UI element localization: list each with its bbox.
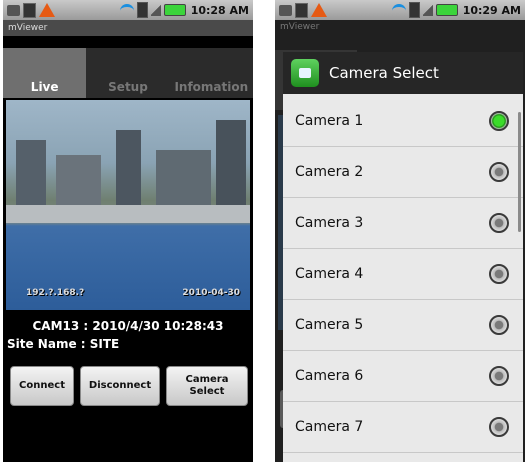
app-title: mViewer — [280, 22, 320, 32]
radio-icon[interactable] — [489, 213, 509, 233]
signal-icon — [422, 4, 433, 16]
status-time: 10:28 AM — [190, 3, 249, 17]
battery-icon — [163, 4, 186, 16]
camera-select-button[interactable]: Camera Select — [166, 366, 248, 406]
usb-icon — [7, 4, 20, 16]
disconnect-button[interactable]: Disconnect — [80, 366, 160, 406]
warning-icon — [39, 3, 55, 17]
video-building — [216, 120, 246, 210]
phone-icon — [136, 2, 148, 18]
video-overlay-left: 192.?.168.? — [26, 288, 85, 298]
camera-info: CAM13 : 2010/4/30 10:28:43 — [32, 319, 224, 333]
camera-app-icon — [291, 59, 319, 87]
connect-button[interactable]: Connect — [10, 366, 74, 406]
camera-option-2[interactable]: Camera 2 — [283, 147, 523, 198]
camera-option-1[interactable]: Camera 1 — [283, 96, 523, 147]
camera-label: Camera 1 — [295, 113, 364, 129]
status-bar: 10:29 AM — [275, 0, 525, 20]
sdcard-icon — [295, 2, 308, 18]
radio-icon[interactable] — [489, 315, 509, 335]
status-time: 10:29 AM — [462, 3, 521, 17]
radio-icon[interactable] — [489, 162, 509, 182]
tab-infomation[interactable]: Infomation — [170, 48, 253, 98]
signal-icon — [150, 4, 161, 16]
radio-icon[interactable] — [489, 264, 509, 284]
camera-list: Camera 1 Camera 2 Camera 3 Camera 4 Came… — [283, 96, 523, 453]
tab-setup[interactable]: Setup — [86, 48, 169, 98]
site-name: Site Name : SITE — [7, 337, 120, 351]
camera-select-screen: 10:29 AM mViewer Camera Select Camera 1 … — [275, 0, 525, 462]
list-scrollbar[interactable] — [518, 112, 521, 232]
wifi-icon — [119, 3, 134, 17]
video-overlay-right: 2010-04-30 — [182, 288, 240, 298]
usb-icon — [279, 4, 292, 16]
tab-bar: Live Setup Infomation — [3, 48, 253, 98]
camera-select-dialog: Camera Select Camera 1 Camera 2 Camera 3… — [283, 52, 523, 462]
status-bar: 10:28 AM — [3, 0, 253, 20]
camera-video-feed: 192.?.168.? 2010-04-30 — [6, 100, 250, 310]
camera-option-7[interactable]: Camera 7 — [283, 402, 523, 453]
battery-icon — [435, 4, 458, 16]
camera-option-6[interactable]: Camera 6 — [283, 351, 523, 402]
phone-icon — [408, 2, 420, 18]
camera-option-4[interactable]: Camera 4 — [283, 249, 523, 300]
live-view-screen: 10:28 AM mViewer Live Setup Infomation 1… — [3, 0, 253, 462]
camera-label: Camera 4 — [295, 266, 364, 282]
camera-label: Camera 5 — [295, 317, 364, 333]
radio-selected-icon[interactable] — [489, 111, 509, 131]
warning-icon — [311, 3, 327, 17]
camera-label: Camera 6 — [295, 368, 364, 384]
camera-label: Camera 7 — [295, 419, 364, 435]
dialog-header: Camera Select — [283, 52, 523, 94]
camera-label: Camera 3 — [295, 215, 364, 231]
sdcard-icon — [23, 2, 36, 18]
wifi-icon — [391, 3, 406, 17]
video-building — [116, 130, 141, 210]
camera-option-3[interactable]: Camera 3 — [283, 198, 523, 249]
video-building — [156, 150, 211, 210]
radio-icon[interactable] — [489, 366, 509, 386]
app-title: mViewer — [3, 20, 253, 36]
camera-label: Camera 2 — [295, 164, 364, 180]
video-building — [56, 155, 101, 210]
radio-icon[interactable] — [489, 417, 509, 437]
video-road — [6, 205, 250, 223]
tab-live[interactable]: Live — [3, 48, 87, 98]
dialog-title: Camera Select — [329, 64, 439, 82]
video-building — [16, 140, 46, 210]
camera-option-5[interactable]: Camera 5 — [283, 300, 523, 351]
